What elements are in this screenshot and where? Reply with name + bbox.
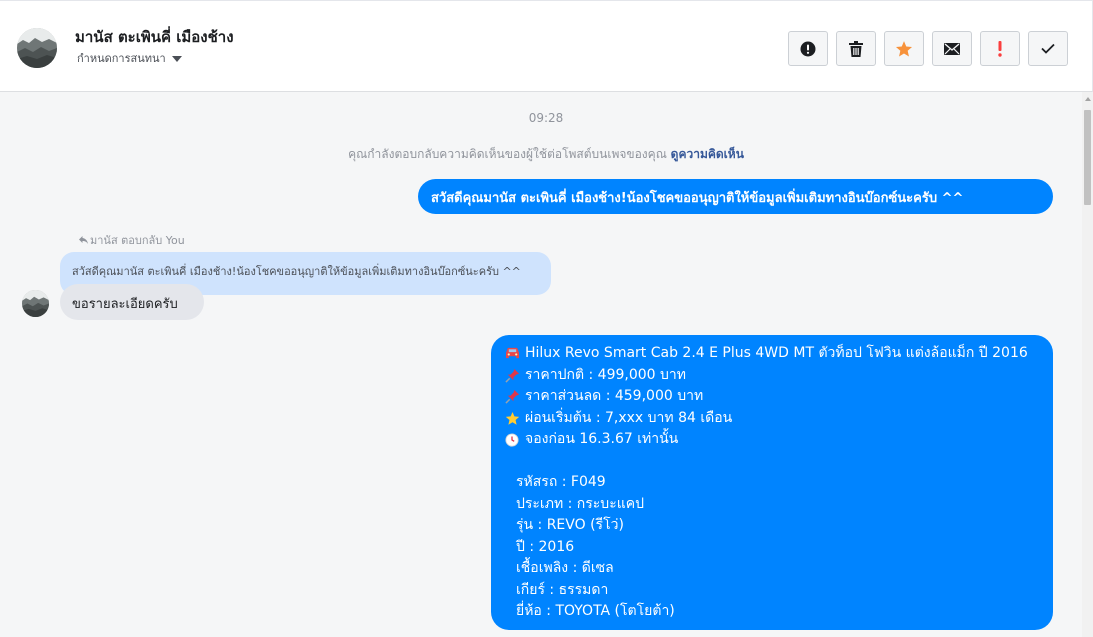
car-icon [503, 345, 521, 363]
normal-price: ราคาปกติ : 499,000 บาท [525, 366, 686, 383]
view-comment-link[interactable]: ดูความคิดเห็น [671, 147, 744, 161]
reply-header-text: มานัส ตอบกลับ You [90, 234, 185, 247]
reply-arrow-icon [79, 236, 88, 244]
star-icon [895, 40, 913, 56]
listing-title: Hilux Revo Smart Cab 2.4 E Plus 4WD MT ต… [525, 345, 1028, 361]
exclamation-circle-icon [800, 41, 816, 56]
contact-avatar[interactable] [17, 28, 57, 68]
pushpin-icon [503, 366, 521, 384]
caret-down-icon [171, 55, 182, 62]
installment-line: ผ่อนเริ่มต้น : 7,xxx บาท 84 เดือน [503, 408, 1041, 430]
assign-label: กำหนดการสนทนา [77, 52, 166, 65]
star-emoji-icon [503, 409, 521, 427]
scroll-up-arrow-icon[interactable] [1085, 97, 1091, 101]
message-timestamp: 09:28 [528, 111, 564, 125]
conversation-actions [788, 31, 1068, 66]
listing-message[interactable]: Hilux Revo Smart Cab 2.4 E Plus 4WD MT ต… [491, 335, 1053, 630]
mark-unread-button[interactable] [932, 31, 972, 66]
notice-text: คุณกำลังตอบกลับความคิดเห็นของผู้ใช้ต่อโพ… [348, 147, 671, 161]
star-button[interactable] [884, 31, 924, 66]
exclamation-icon [998, 40, 1002, 57]
thread-scrollbar[interactable] [1082, 92, 1093, 637]
delete-button[interactable] [836, 31, 876, 66]
scroll-thumb[interactable] [1084, 110, 1091, 205]
installment: ผ่อนเริ่มต้น : 7,xxx บาท 84 เดือน [525, 409, 733, 426]
sender-avatar[interactable] [22, 290, 49, 317]
follow-up-button[interactable] [980, 31, 1020, 66]
trash-icon [849, 40, 863, 57]
deposit: จองก่อน 16.3.67 เท่านั้น [525, 431, 679, 447]
discount-price: ราคาส่วนลด : 459,000 บาท [525, 388, 704, 404]
normal-price-line: ราคาปกติ : 499,000 บาท [503, 365, 1041, 387]
detail-fuel: เชื้อเพลิง : ดีเซล [516, 560, 614, 576]
message-thread: 09:28 คุณกำลังตอบกลับความคิดเห็นของผู้ใช… [0, 92, 1082, 637]
pushpin-icon [503, 388, 521, 406]
detail-model: รุ่น : REVO (รีโว่) [516, 517, 624, 533]
detail-brand: ยี่ห้อ : TOYOTA (โตโยต้า) [516, 603, 675, 619]
detail-car-code: รหัสรถ : F049 [516, 474, 606, 490]
detail-year: ปี : 2016 [516, 538, 575, 555]
listing-title-line: Hilux Revo Smart Cab 2.4 E Plus 4WD MT ต… [503, 343, 1041, 365]
reply-context-notice: คุณกำลังตอบกลับความคิดเห็นของผู้ใช้ต่อโพ… [0, 145, 1082, 164]
contact-name[interactable]: มานัส ตะเพินคี่ เมืองช้าง [75, 25, 234, 49]
outgoing-message[interactable]: สวัสดีคุณมานัส ตะเพินคี่ เมืองช้าง!น้องโ… [418, 179, 1053, 214]
envelope-icon [944, 42, 960, 55]
assign-conversation-dropdown[interactable]: กำหนดการสนทนา [77, 49, 182, 67]
detail-type: ประเภท : กระบะแคป [516, 495, 644, 512]
reply-header: มานัส ตอบกลับ You [79, 231, 185, 249]
report-spam-button[interactable] [788, 31, 828, 66]
mark-done-button[interactable] [1028, 31, 1068, 66]
conversation-header: มานัส ตะเพินคี่ เมืองช้าง กำหนดการสนทนา [0, 0, 1093, 92]
checkmark-icon [1041, 43, 1055, 54]
incoming-message[interactable]: ขอรายละเอียดครับ [60, 284, 204, 320]
detail-gear: เกียร์ : ธรรมดา [516, 581, 609, 598]
deposit-line: จองก่อน 16.3.67 เท่านั้น [503, 429, 1041, 451]
clock-icon [503, 431, 521, 449]
discount-price-line: ราคาส่วนลด : 459,000 บาท [503, 386, 1041, 408]
contact-photo [17, 28, 57, 68]
sender-photo [22, 290, 49, 317]
